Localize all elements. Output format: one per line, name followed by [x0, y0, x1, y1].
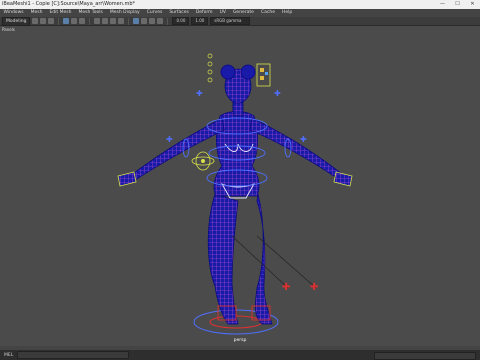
ik-switch-icon[interactable] [191, 151, 215, 171]
menu-bar: Windows Mesh Edit Mesh Mesh Tools Mesh D… [0, 9, 480, 17]
separator [167, 17, 169, 25]
smooth-shading-icon[interactable] [141, 18, 148, 24]
status-line: Modeling 0.00 1.00 sRGB gamma [0, 16, 480, 26]
exposure-field[interactable]: 0.00 [172, 17, 190, 25]
separator [58, 17, 60, 25]
command-language-label[interactable]: MEL [0, 353, 17, 358]
right-leg-mesh[interactable] [254, 193, 273, 325]
menu-help[interactable]: Help [278, 9, 295, 17]
colorspace-dropdown[interactable]: sRGB gamma [210, 17, 251, 25]
snap-view-icon[interactable] [118, 18, 125, 24]
snap-grid-icon[interactable] [94, 18, 101, 24]
scene-svg: ✚ ✚ ✚ ✚ ✚ ✚ [117, 53, 353, 335]
left-arm-cross-icon[interactable]: ✚ [166, 135, 173, 144]
command-input[interactable] [17, 351, 130, 359]
face-control-icon[interactable] [207, 69, 213, 75]
right-knee-target-icon[interactable]: ✚ [310, 282, 318, 293]
menu-mesh-tools[interactable]: Mesh Tools [75, 9, 106, 17]
window-controls: — ☐ ✕ [435, 0, 480, 9]
right-knee-pole-line [256, 235, 317, 289]
snap-curve-icon[interactable] [102, 18, 109, 24]
separator [89, 17, 91, 25]
face-control-icon[interactable] [207, 77, 213, 83]
right-arm-cross-icon[interactable]: ✚ [300, 135, 307, 144]
menu-generate[interactable]: Generate [229, 9, 257, 17]
wireframe-shading-icon[interactable] [133, 18, 140, 24]
left-shoulder-cross-icon[interactable]: ✚ [196, 89, 203, 98]
command-result-field [374, 352, 476, 360]
lights-icon[interactable] [157, 18, 164, 24]
left-leg-mesh[interactable] [207, 193, 239, 325]
right-shoulder-cross-icon[interactable]: ✚ [274, 89, 281, 98]
minimize-button[interactable]: — [435, 0, 450, 9]
menu-mesh-display[interactable]: Mesh Display [106, 9, 143, 17]
menu-surfaces[interactable]: Surfaces [166, 9, 193, 17]
snap-point-icon[interactable] [110, 18, 117, 24]
textured-icon[interactable] [149, 18, 156, 24]
hair-bun-left[interactable] [220, 64, 236, 80]
viewport[interactable]: Panels ✚ ✚ ✚ ✚ ✚ ✚ persp [0, 26, 480, 346]
face-control-icon[interactable] [207, 61, 213, 67]
neck-mesh[interactable] [232, 101, 244, 117]
facial-controls-panel[interactable] [256, 63, 271, 87]
menu-curves[interactable]: Curves [143, 9, 166, 17]
maya-window: iBeaMeshi1 - Copie [C]:Source\Maya_arr\W… [0, 0, 480, 360]
close-button[interactable]: ✕ [465, 0, 480, 9]
new-scene-icon[interactable] [32, 18, 39, 24]
title-bar: iBeaMeshi1 - Copie [C]:Source\Maya_arr\W… [0, 0, 480, 9]
menu-edit-mesh[interactable]: Edit Mesh [46, 9, 75, 17]
menu-deform[interactable]: Deform [192, 9, 216, 17]
open-scene-icon[interactable] [40, 18, 47, 24]
lasso-tool-icon[interactable] [71, 18, 78, 24]
right-hand-mesh[interactable] [333, 171, 353, 187]
window-title: iBeaMeshi1 - Copie [C]:Source\Maya_arr\W… [2, 1, 136, 7]
menu-uv[interactable]: UV [216, 9, 229, 17]
menu-cache[interactable]: Cache [257, 9, 278, 17]
menuset-dropdown[interactable]: Modeling [2, 16, 31, 26]
gamma-field[interactable]: 1.00 [191, 17, 209, 25]
maximize-button[interactable]: ☐ [450, 0, 465, 9]
hair-bun-right[interactable] [240, 64, 256, 80]
command-line: MEL [0, 350, 480, 360]
left-knee-target-icon[interactable]: ✚ [282, 282, 290, 293]
left-hand-mesh[interactable] [117, 171, 137, 187]
paint-select-icon[interactable] [79, 18, 86, 24]
right-arm-mesh[interactable] [249, 117, 343, 181]
left-arm-mesh[interactable] [129, 117, 225, 183]
save-scene-icon[interactable] [48, 18, 55, 24]
camera-label: persp [233, 338, 247, 343]
separator [128, 17, 130, 25]
select-tool-icon[interactable] [63, 18, 70, 24]
face-control-icon[interactable] [207, 53, 213, 59]
